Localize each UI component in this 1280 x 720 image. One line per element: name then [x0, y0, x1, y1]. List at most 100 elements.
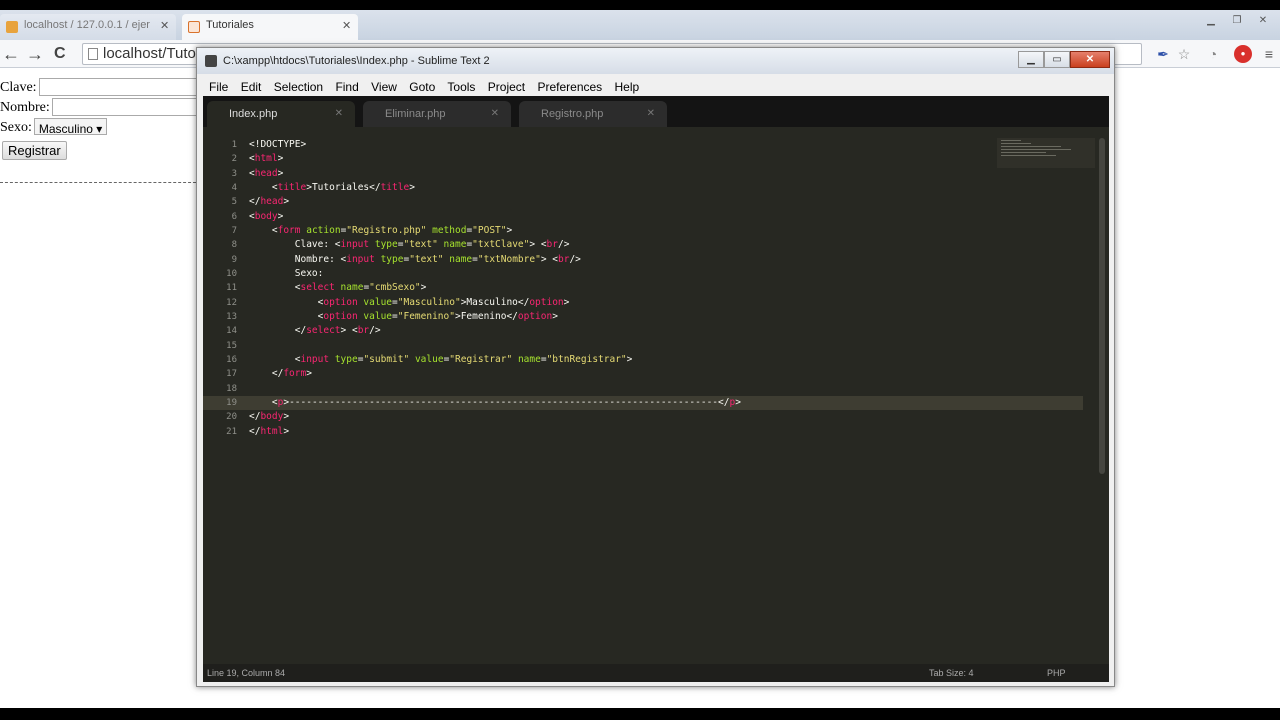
vertical-scrollbar[interactable] — [1099, 138, 1105, 474]
line-number: 9 — [231, 254, 237, 265]
code-line[interactable] — [249, 382, 741, 396]
menu-project[interactable]: Project — [488, 80, 525, 94]
line-number: 8 — [231, 240, 237, 251]
menu-edit[interactable]: Edit — [241, 80, 262, 94]
url-text: localhost/Tuto — [103, 45, 196, 62]
code-line[interactable]: <title>Tutoriales</title> — [249, 181, 741, 195]
line-number: 7 — [231, 225, 237, 236]
browser-tab-strip: localhost / 127.0.0.1 / ejer ✕ Tutoriale… — [0, 10, 1280, 40]
line-number: 17 — [226, 369, 237, 380]
code-line[interactable]: Nombre: <input type="text" name="txtNomb… — [249, 253, 741, 267]
close-tab-icon[interactable]: ✕ — [160, 19, 169, 32]
editor-tab-index[interactable]: Index.php ✕ — [207, 101, 355, 127]
clave-input[interactable] — [38, 78, 199, 96]
line-number-gutter: 1 2 3 4 5 6 7 8 9 10 11 12 13 14 15 16 17 18 19 20 21 — [203, 138, 237, 439]
chevron-down-icon: ▾ — [96, 122, 103, 136]
bookmark-star-icon[interactable]: ☆ — [1175, 45, 1193, 63]
tab-title: localhost / 127.0.0.1 / ejer — [24, 19, 150, 31]
menu-preferences[interactable]: Preferences — [537, 80, 602, 94]
code-line[interactable]: <head> — [249, 167, 741, 181]
tab-title: Tutoriales — [206, 19, 254, 31]
code-line[interactable]: <!DOCTYPE> — [249, 138, 741, 152]
sexo-selected: Masculino — [38, 122, 93, 136]
code-area[interactable]: <!DOCTYPE> <html> <head> <title>Tutoriales… — [249, 138, 741, 439]
code-line[interactable]: </html> — [249, 425, 741, 439]
line-number: 6 — [231, 211, 237, 222]
code-line[interactable]: </form> — [249, 367, 741, 381]
menu-goto[interactable]: Goto — [409, 80, 435, 94]
tab-size-indicator[interactable]: Tab Size: 4 — [929, 664, 974, 682]
code-line[interactable]: <p>-------------------------------------… — [249, 396, 741, 410]
line-number: 13 — [226, 311, 237, 322]
minimap[interactable] — [997, 138, 1095, 168]
cursor-position: Line 19, Column 84 — [207, 668, 286, 678]
menu-icon[interactable]: ≡ — [1260, 45, 1278, 63]
editor-status-bar: Line 19, Column 84 Tab Size: 4 PHP — [203, 664, 1109, 682]
line-number: 3 — [231, 168, 237, 179]
close-tab-icon[interactable]: ✕ — [491, 101, 499, 127]
code-line[interactable]: <option value="Masculino">Masculino</opt… — [249, 296, 741, 310]
nombre-input[interactable] — [51, 98, 202, 116]
code-line[interactable]: <select name="cmbSexo"> — [249, 281, 741, 295]
tab-label: Index.php — [229, 108, 278, 120]
menu-view[interactable]: View — [371, 80, 397, 94]
line-number: 14 — [226, 326, 237, 337]
pen-extension-icon[interactable]: ✒ — [1154, 45, 1172, 63]
menu-find[interactable]: Find — [335, 80, 358, 94]
code-line[interactable]: <input type="submit" value="Registrar" n… — [249, 353, 741, 367]
line-number: 19 — [226, 397, 237, 408]
back-button[interactable]: ← — [2, 43, 20, 65]
code-line[interactable] — [249, 339, 741, 353]
restore-icon[interactable]: ❐ — [1226, 14, 1248, 28]
registrar-button[interactable]: Registrar — [2, 141, 67, 160]
line-number: 10 — [226, 268, 237, 279]
close-window-icon[interactable]: ✕ — [1252, 14, 1274, 28]
line-number: 18 — [226, 383, 237, 394]
sexo-select[interactable]: Masculino ▾ — [33, 118, 108, 136]
nombre-label: Nombre: — [0, 100, 50, 115]
editor-tab-eliminar[interactable]: Eliminar.php ✕ — [363, 101, 511, 127]
code-line[interactable]: </select> <br/> — [249, 324, 741, 338]
syntax-indicator[interactable]: PHP — [1047, 664, 1066, 682]
code-line[interactable]: Clave: <input type="text" name="txtClave… — [249, 238, 741, 252]
menu-file[interactable]: File — [209, 80, 228, 94]
maximize-icon[interactable]: ▭ — [1044, 51, 1070, 68]
line-number: 20 — [226, 412, 237, 423]
sublime-text-window: C:\xampp\htdocs\Tutoriales\Index.php - S… — [196, 47, 1115, 687]
code-line[interactable]: Sexo: — [249, 267, 741, 281]
close-tab-icon[interactable]: ✕ — [335, 101, 343, 127]
desktop-screen: localhost / 127.0.0.1 / ejer ✕ Tutoriale… — [0, 10, 1280, 708]
menu-tools[interactable]: Tools — [447, 80, 475, 94]
editor-tab-bar: Index.php ✕ Eliminar.php ✕ Registro.php ✕ — [203, 96, 1109, 127]
code-line[interactable]: <body> — [249, 210, 741, 224]
close-tab-icon[interactable]: ✕ — [342, 19, 351, 32]
minimize-icon[interactable]: ▁ — [1018, 51, 1044, 68]
menu-selection[interactable]: Selection — [274, 80, 323, 94]
code-line[interactable]: <form action="Registro.php" method="POST… — [249, 224, 741, 238]
code-line[interactable]: <option value="Femenino">Femenino</optio… — [249, 310, 741, 324]
clock-extension-icon[interactable]: ◔ — [1204, 45, 1222, 63]
browser-tab-tutoriales[interactable]: Tutoriales ✕ — [182, 14, 358, 40]
adblock-icon[interactable]: ● — [1234, 45, 1252, 63]
close-window-icon[interactable]: ✕ — [1070, 51, 1110, 68]
sexo-label: Sexo: — [0, 120, 32, 135]
code-line[interactable]: <html> — [249, 152, 741, 166]
registration-form: Clave: Nombre: Sexo: Masculino ▾ Registra… — [0, 78, 202, 160]
line-number: 5 — [231, 197, 237, 208]
menu-help[interactable]: Help — [615, 80, 640, 94]
dashed-separator — [0, 182, 196, 183]
browser-tab-phpmyadmin[interactable]: localhost / 127.0.0.1 / ejer ✕ — [0, 14, 176, 40]
sublime-menu-bar: File Edit Selection Find View Goto Tools… — [203, 78, 1106, 96]
sublime-window-controls: ▁ ▭ ✕ — [1018, 51, 1110, 68]
code-line[interactable]: </head> — [249, 195, 741, 209]
forward-button[interactable]: → — [26, 43, 44, 65]
minimize-icon[interactable]: ▁ — [1200, 14, 1222, 28]
close-tab-icon[interactable]: ✕ — [647, 101, 655, 127]
editor-tab-registro[interactable]: Registro.php ✕ — [519, 101, 667, 127]
line-number: 1 — [231, 140, 237, 150]
line-number: 21 — [226, 426, 237, 437]
tab-label: Registro.php — [541, 108, 604, 120]
reload-button[interactable]: C — [54, 43, 66, 65]
page-favicon-icon — [188, 21, 200, 33]
code-line[interactable]: </body> — [249, 410, 741, 424]
